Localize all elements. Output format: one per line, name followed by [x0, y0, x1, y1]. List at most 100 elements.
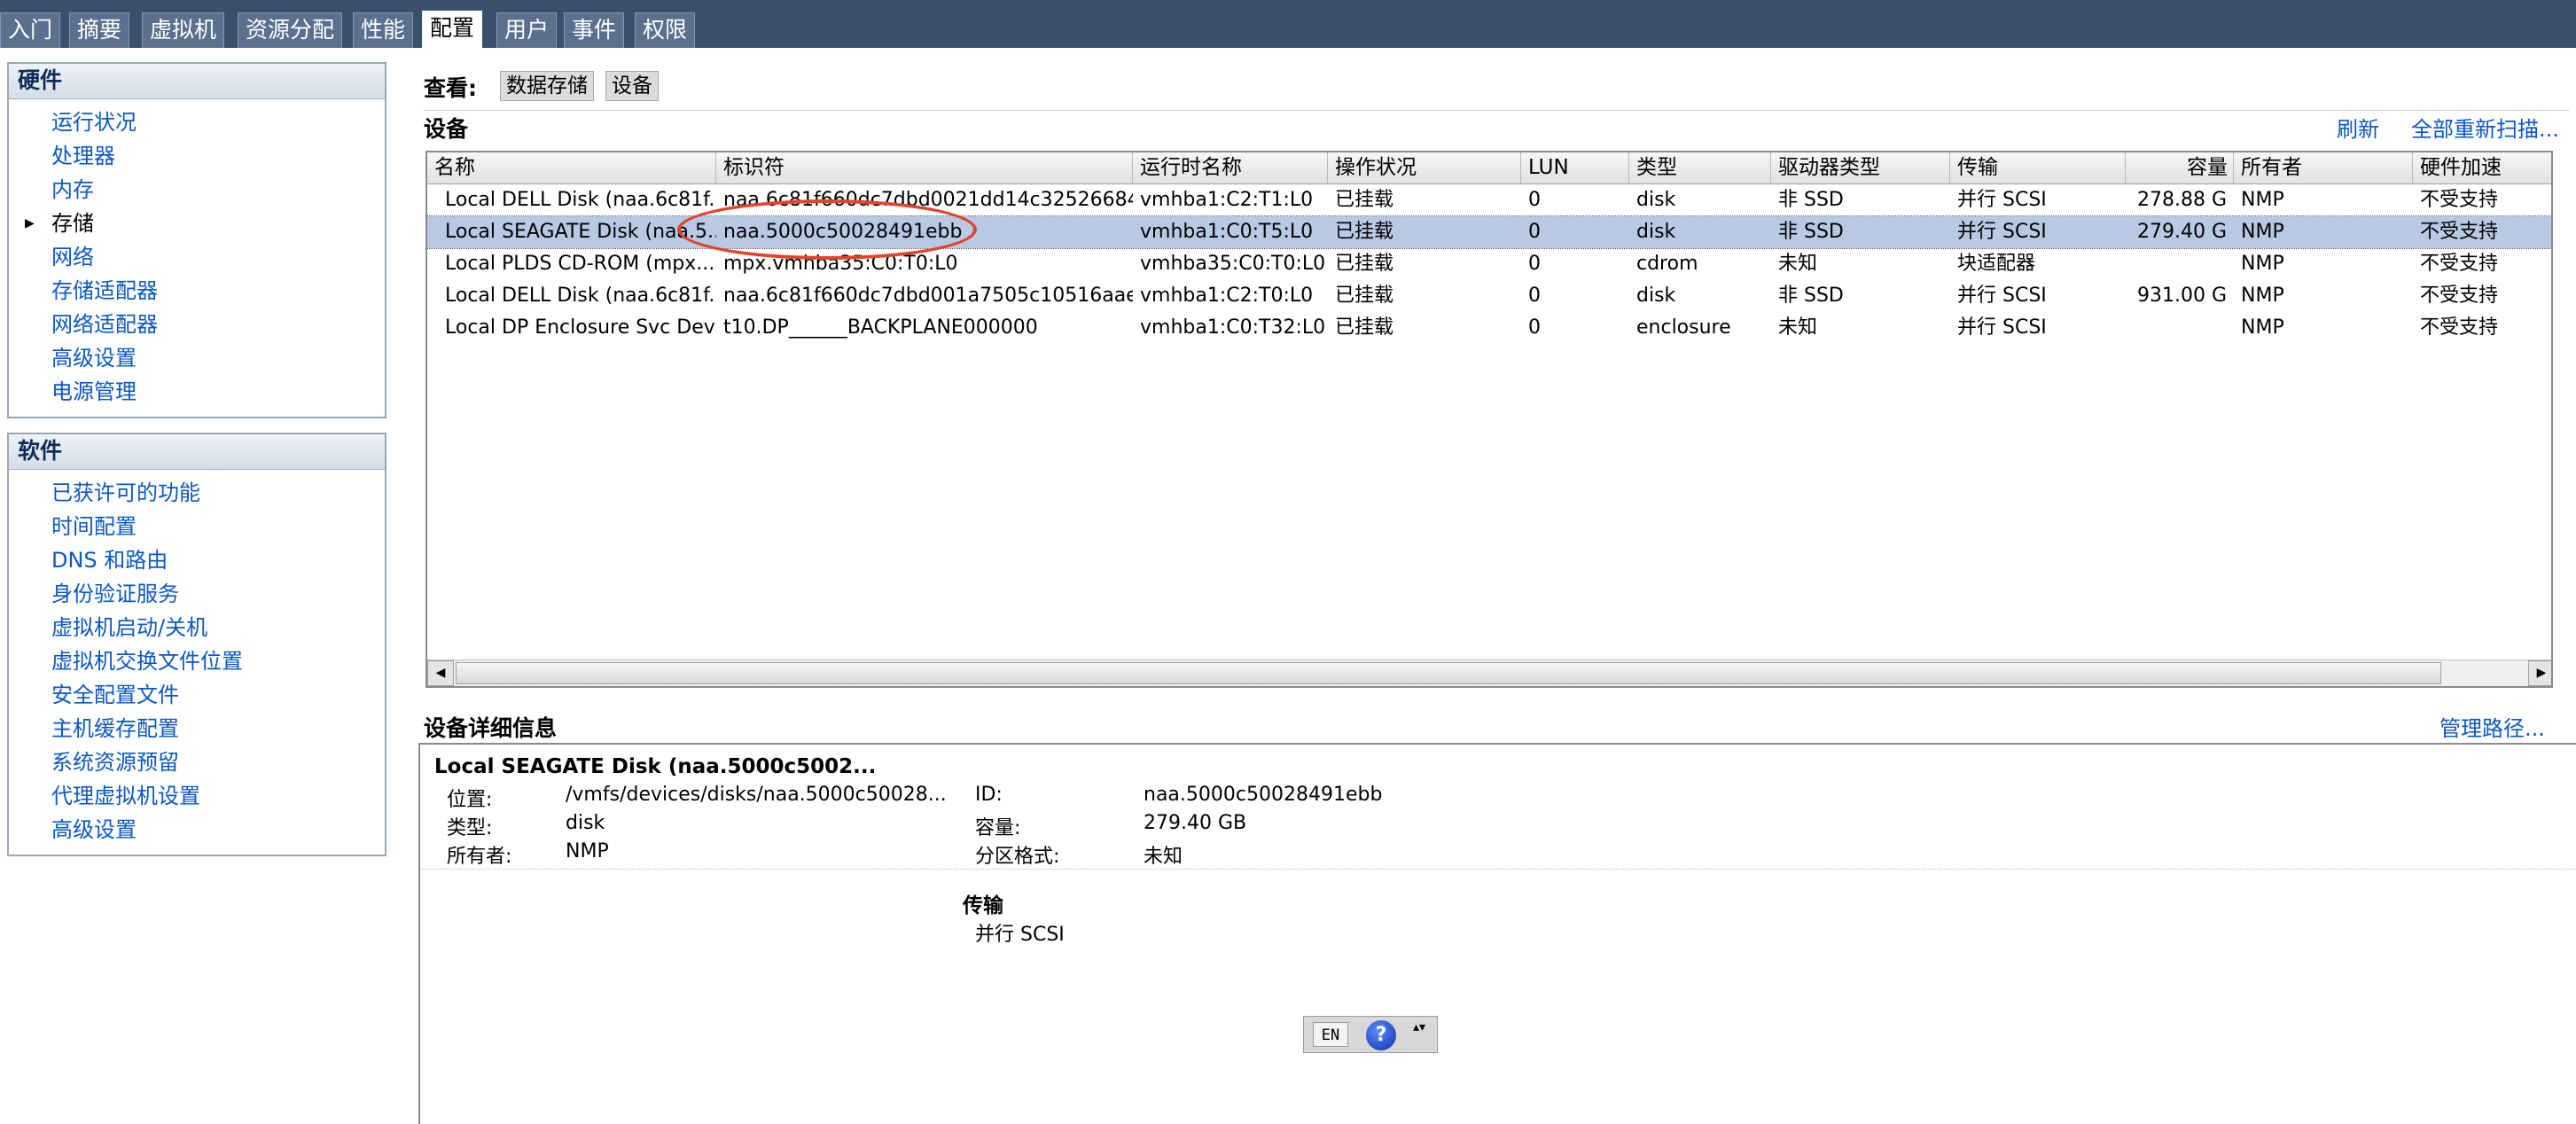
options-menu-icon[interactable]: ▴▾: [1409, 1020, 1430, 1050]
cell-transport: 并行 SCSI: [1957, 316, 2047, 339]
view-devices-button[interactable]: 设备: [605, 71, 659, 101]
nav-licensed-features[interactable]: 已获许可的功能: [9, 477, 385, 511]
cell-name: Local DP Enclosure Svc Dev ...: [445, 316, 716, 339]
cell-identifier: naa.6c81f660dc7dbd001a7505c10516aae0: [723, 285, 1133, 307]
nav-system-resource-reservation[interactable]: 系统资源预留: [9, 746, 385, 780]
cell-transport: 并行 SCSI: [1957, 189, 2047, 211]
cell-operational-state: 已挂载: [1335, 285, 1394, 307]
tab-resource-allocation[interactable]: 资源分配: [238, 12, 343, 48]
table-row[interactable]: Local DP Enclosure Svc Dev ... t10.DP___…: [427, 312, 2551, 344]
cell-hardware-acceleration: 不受支持: [2420, 221, 2499, 243]
nav-networking[interactable]: 网络: [9, 241, 385, 275]
cell-hardware-acceleration: 不受支持: [2420, 316, 2499, 339]
cell-owner: NMP: [2241, 316, 2284, 339]
cell-lun: 0: [1528, 253, 1541, 275]
cell-identifier: mpx.vmhba35:C0:T0:L0: [723, 253, 958, 275]
col-lun[interactable]: LUN: [1521, 152, 1629, 184]
details-divider: [420, 869, 2576, 870]
cell-drive-type: 非 SSD: [1778, 189, 1844, 211]
nav-power-management[interactable]: 电源管理: [9, 376, 385, 410]
location-value: /vmfs/devices/disks/naa.5000c50028...: [566, 784, 947, 806]
col-type[interactable]: 类型: [1629, 152, 1771, 184]
device-details-name: Local SEAGATE Disk (naa.5000c5002...: [434, 755, 877, 778]
nav-vm-startup-shutdown[interactable]: 虚拟机启动/关机: [9, 612, 385, 645]
transport-value: 并行 SCSI: [975, 924, 1065, 946]
cell-type: disk: [1636, 285, 1676, 307]
horizontal-scrollbar[interactable]: ◀ ▶: [427, 660, 2551, 686]
nav-vm-swapfile-location[interactable]: 虚拟机交换文件位置: [9, 645, 385, 679]
refresh-link[interactable]: 刷新: [2337, 112, 2379, 143]
tab-configuration[interactable]: 配置: [422, 11, 483, 48]
table-row[interactable]: Local DELL Disk (naa.6c81f... naa.6c81f6…: [427, 184, 2551, 216]
language-indicator[interactable]: EN: [1313, 1022, 1348, 1047]
cell-lun: 0: [1528, 221, 1541, 243]
cell-transport: 并行 SCSI: [1957, 285, 2047, 307]
nav-advanced-settings[interactable]: 高级设置: [9, 342, 385, 376]
selected-arrow-icon: ▶: [25, 216, 35, 230]
cell-capacity: 279.40 G: [2136, 221, 2227, 243]
nav-storage-adapters[interactable]: 存储适配器: [9, 275, 385, 308]
cell-hardware-acceleration: 不受支持: [2420, 189, 2499, 211]
scrollbar-thumb[interactable]: [456, 662, 2441, 684]
tab-bar: 入门 摘要 虚拟机 资源分配 性能 配置 用户 事件 权限: [0, 0, 2576, 48]
cell-operational-state: 已挂载: [1335, 221, 1394, 243]
cell-runtime-name: vmhba1:C0:T5:L0: [1140, 221, 1314, 243]
nav-time-configuration[interactable]: 时间配置: [9, 511, 385, 544]
col-hardware-acceleration[interactable]: 硬件加速: [2413, 152, 2551, 184]
tab-getting-started[interactable]: 入门: [0, 12, 61, 48]
col-runtime-name[interactable]: 运行时名称: [1133, 152, 1328, 184]
nav-authentication-services[interactable]: 身份验证服务: [9, 578, 385, 612]
nav-dns-routing[interactable]: DNS 和路由: [9, 544, 385, 578]
table-row[interactable]: Local PLDS CD-ROM (mpx.... mpx.vmhba35:C…: [427, 248, 2551, 280]
cell-drive-type: 非 SSD: [1778, 221, 1844, 243]
col-capacity[interactable]: 容量: [2126, 152, 2234, 184]
cell-runtime-name: vmhba35:C0:T0:L0: [1140, 253, 1326, 275]
nav-processors[interactable]: 处理器: [9, 140, 385, 174]
tab-users[interactable]: 用户: [496, 12, 558, 48]
nav-memory[interactable]: 内存: [9, 174, 385, 207]
manage-paths-link[interactable]: 管理路径...: [2439, 711, 2545, 742]
cell-transport: 并行 SCSI: [1957, 221, 2047, 243]
scroll-right-icon[interactable]: ▶: [2528, 660, 2551, 686]
tab-performance[interactable]: 性能: [353, 12, 414, 48]
cell-hardware-acceleration: 不受支持: [2420, 253, 2499, 275]
cell-type: enclosure: [1636, 316, 1731, 339]
col-owner[interactable]: 所有者: [2234, 152, 2413, 184]
col-operational-state[interactable]: 操作状况: [1328, 152, 1521, 184]
col-drive-type[interactable]: 驱动器类型: [1771, 152, 1950, 184]
table-row[interactable]: Local DELL Disk (naa.6c81f... naa.6c81f6…: [427, 280, 2551, 312]
cell-name: Local SEAGATE Disk (naa.5...: [445, 221, 716, 243]
nav-agent-vm-settings[interactable]: 代理虚拟机设置: [9, 780, 385, 814]
nav-security-profile[interactable]: 安全配置文件: [9, 679, 385, 713]
tab-events[interactable]: 事件: [564, 12, 625, 48]
tab-summary[interactable]: 摘要: [69, 12, 130, 48]
device-details-panel: Local SEAGATE Disk (naa.5000c5002... 位置:…: [418, 743, 2576, 1124]
nav-host-cache-configuration[interactable]: 主机缓存配置: [9, 713, 385, 746]
view-datastores-button[interactable]: 数据存储: [500, 71, 594, 101]
cell-capacity: [2126, 312, 2234, 344]
transport-title: 传输: [963, 894, 1003, 917]
tab-virtual-machines[interactable]: 虚拟机: [142, 12, 225, 48]
capacity-value: 279.40 GB: [1144, 812, 1247, 834]
cell-transport: 块适配器: [1957, 253, 2036, 275]
col-name[interactable]: 名称: [427, 152, 716, 184]
table-row-selected[interactable]: Local SEAGATE Disk (naa.5... naa.5000c50…: [427, 215, 2551, 249]
id-label: ID:: [975, 784, 1003, 806]
cell-hardware-acceleration: 不受支持: [2420, 285, 2499, 307]
cell-operational-state: 已挂载: [1335, 189, 1394, 211]
cell-drive-type: 未知: [1778, 253, 1818, 275]
cell-type: cdrom: [1636, 253, 1698, 275]
scroll-left-icon[interactable]: ◀: [427, 660, 454, 686]
nav-health-status[interactable]: 运行状况: [9, 106, 385, 140]
nav-software-advanced-settings[interactable]: 高级设置: [9, 814, 385, 847]
help-icon[interactable]: ?: [1366, 1020, 1396, 1050]
cell-runtime-name: vmhba1:C2:T0:L0: [1140, 285, 1314, 307]
tab-permissions[interactable]: 权限: [635, 12, 696, 48]
col-identifier[interactable]: 标识符: [716, 152, 1133, 184]
nav-storage[interactable]: ▶ 存储: [9, 207, 385, 241]
col-transport[interactable]: 传输: [1950, 152, 2126, 184]
nav-network-adapters[interactable]: 网络适配器: [9, 308, 385, 342]
cell-name: Local DELL Disk (naa.6c81f...: [445, 189, 716, 211]
cell-identifier: t10.DP______BACKPLANE000000: [723, 316, 1038, 339]
rescan-all-link[interactable]: 全部重新扫描...: [2411, 112, 2559, 143]
